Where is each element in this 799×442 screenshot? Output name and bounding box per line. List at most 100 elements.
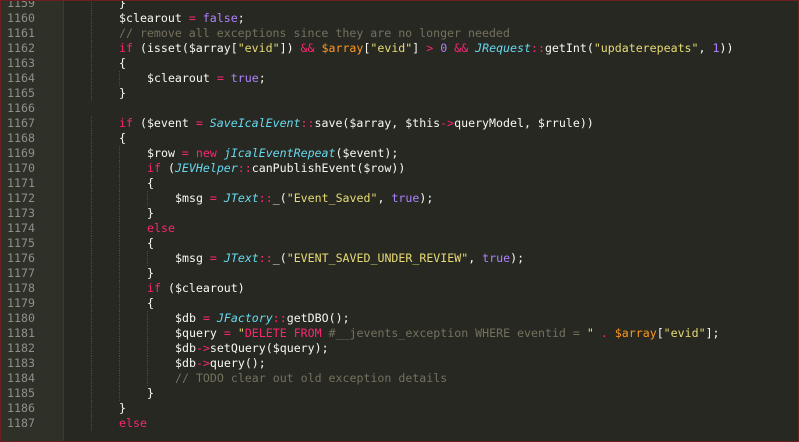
code-text: $query = "DELETE FROM #__jevents_excepti… — [175, 326, 720, 341]
code-token: ); — [384, 146, 399, 160]
code-area[interactable]: 1159} 1160 $clearout = false; 1161// remove… — [1, 1, 798, 431]
code-token: setQuery — [209, 341, 266, 355]
code-text: $db = JFactory::getDBO(); — [175, 311, 350, 326]
code-line[interactable]: 1187 else — [1, 416, 798, 431]
code-token: ( — [265, 341, 273, 355]
code-editor[interactable]: 1159} 1160 $clearout = false; 1161// remove… — [0, 0, 799, 442]
code-line[interactable]: 1175 { — [1, 236, 798, 251]
code-token: [ — [230, 41, 238, 55]
code-token: :: — [300, 116, 315, 130]
code-line[interactable]: 1163 { — [1, 56, 798, 71]
code-token: $rrule — [537, 116, 580, 130]
code-token: "evid" — [370, 41, 413, 55]
code-text: $clearout = true; — [147, 71, 266, 86]
code-token: )) — [579, 116, 594, 130]
code-token: $msg — [175, 251, 203, 265]
code-token: . — [600, 326, 608, 340]
code-token: JText — [223, 191, 259, 205]
code-line[interactable]: 1177} — [1, 266, 798, 281]
code-line[interactable]: 1168 { — [1, 131, 798, 146]
code-line[interactable]: 1186} — [1, 401, 798, 416]
code-line[interactable]: 1171 { — [1, 176, 798, 191]
code-line[interactable]: 1172 $msg = JText::_("Event_Saved", true)… — [1, 191, 798, 206]
code-token: { — [147, 236, 154, 250]
code-token: ( — [132, 116, 147, 130]
indent-guide — [119, 206, 120, 221]
code-line[interactable]: 1176 $msg = JText::_("EVENT_SAVED_UNDER_R… — [1, 251, 798, 266]
line-number: 1173 — [7, 206, 35, 220]
code-text: if (JEVHelper::canPublishEvent($row)) — [147, 161, 405, 176]
indent-guide — [91, 311, 92, 326]
code-line[interactable]: 1173} — [1, 206, 798, 221]
code-text: } — [147, 206, 154, 221]
code-token: ); — [314, 341, 329, 355]
code-text: { — [147, 176, 154, 191]
line-number: 1183 — [7, 356, 35, 370]
indent-guide — [119, 236, 120, 251]
code-token: // remove all exceptions since they are … — [119, 26, 510, 40]
line-number: 1164 — [7, 71, 35, 85]
code-line[interactable]: 1181 $query = "DELETE FROM #__jevents_exc… — [1, 326, 798, 341]
code-text: if (isset($array["evid"]) && $array["evi… — [119, 41, 733, 56]
code-token: ( — [160, 281, 175, 295]
code-token: DELETE FROM — [244, 326, 322, 340]
code-token: ); — [510, 251, 525, 265]
code-token: -> — [195, 341, 210, 355]
indent-guide — [119, 161, 120, 176]
code-token: else — [119, 416, 147, 430]
code-token: = — [188, 11, 196, 25]
code-token: $event — [146, 116, 189, 130]
indent-guide — [147, 326, 148, 341]
indent-guide — [119, 281, 120, 296]
line-number: 1165 — [7, 86, 35, 100]
code-line[interactable]: 1184 // TODO clear out old exception deta… — [1, 371, 798, 386]
code-token: ) — [237, 281, 245, 295]
code-token: { — [147, 176, 154, 190]
code-token: = — [202, 311, 210, 325]
code-line[interactable]: 1174 else — [1, 221, 798, 236]
line-number: 1187 — [7, 416, 35, 430]
code-line[interactable]: 1169 $row = new jIcalEventRepeat($event); — [1, 146, 798, 161]
code-line[interactable]: 1183 $db->query(); — [1, 356, 798, 371]
code-token: } — [147, 386, 154, 400]
code-token: $array — [614, 326, 657, 340]
code-text: { — [119, 131, 126, 146]
line-number: 1177 — [7, 266, 35, 280]
indent-guide — [91, 86, 92, 101]
code-token: ]) — [279, 41, 294, 55]
code-line[interactable]: 1162 if (isset($array["evid"]) && $array[… — [1, 41, 798, 56]
code-line[interactable]: 1167 if ($event = SaveIcalEvent::save($ar… — [1, 116, 798, 131]
code-line[interactable]: 1159} — [1, 1, 798, 11]
code-line[interactable]: 1185} — [1, 386, 798, 401]
code-line[interactable]: 1164 $clearout = true; — [1, 71, 798, 86]
code-line[interactable]: 1170 if (JEVHelper::canPublishEvent($row)… — [1, 161, 798, 176]
code-line[interactable]: 1182 $db->setQuery($query); — [1, 341, 798, 356]
code-line[interactable]: 1165} — [1, 86, 798, 101]
code-token: " — [237, 326, 245, 340]
code-token: jIcalEventRepeat — [223, 146, 336, 160]
code-line[interactable]: 1160 $clearout = false; — [1, 11, 798, 26]
code-token: , — [523, 116, 538, 130]
code-line[interactable]: 1179 { — [1, 296, 798, 311]
code-text: } — [147, 386, 154, 401]
code-token: , — [698, 41, 713, 55]
code-line[interactable]: 1161 // remove all exceptions since they … — [1, 26, 798, 41]
code-token: queryModel — [454, 116, 524, 130]
line-number: 1169 — [7, 146, 35, 160]
code-line[interactable]: 1178 if ($clearout) — [1, 281, 798, 296]
code-line[interactable]: 1180 $db = JFactory::getDBO(); — [1, 311, 798, 326]
code-token: $msg — [175, 191, 203, 205]
code-token: new — [195, 146, 217, 160]
code-token: -> — [195, 356, 210, 370]
code-token: JText — [223, 251, 259, 265]
indent-guide — [119, 221, 120, 236]
indent-guide — [119, 326, 120, 341]
code-token: )) — [719, 41, 734, 55]
code-line[interactable]: 1166 — [1, 101, 798, 116]
code-token: , — [391, 116, 406, 130]
indent-guide — [119, 266, 120, 281]
code-token: = — [209, 191, 217, 205]
code-token: getInt — [544, 41, 587, 55]
